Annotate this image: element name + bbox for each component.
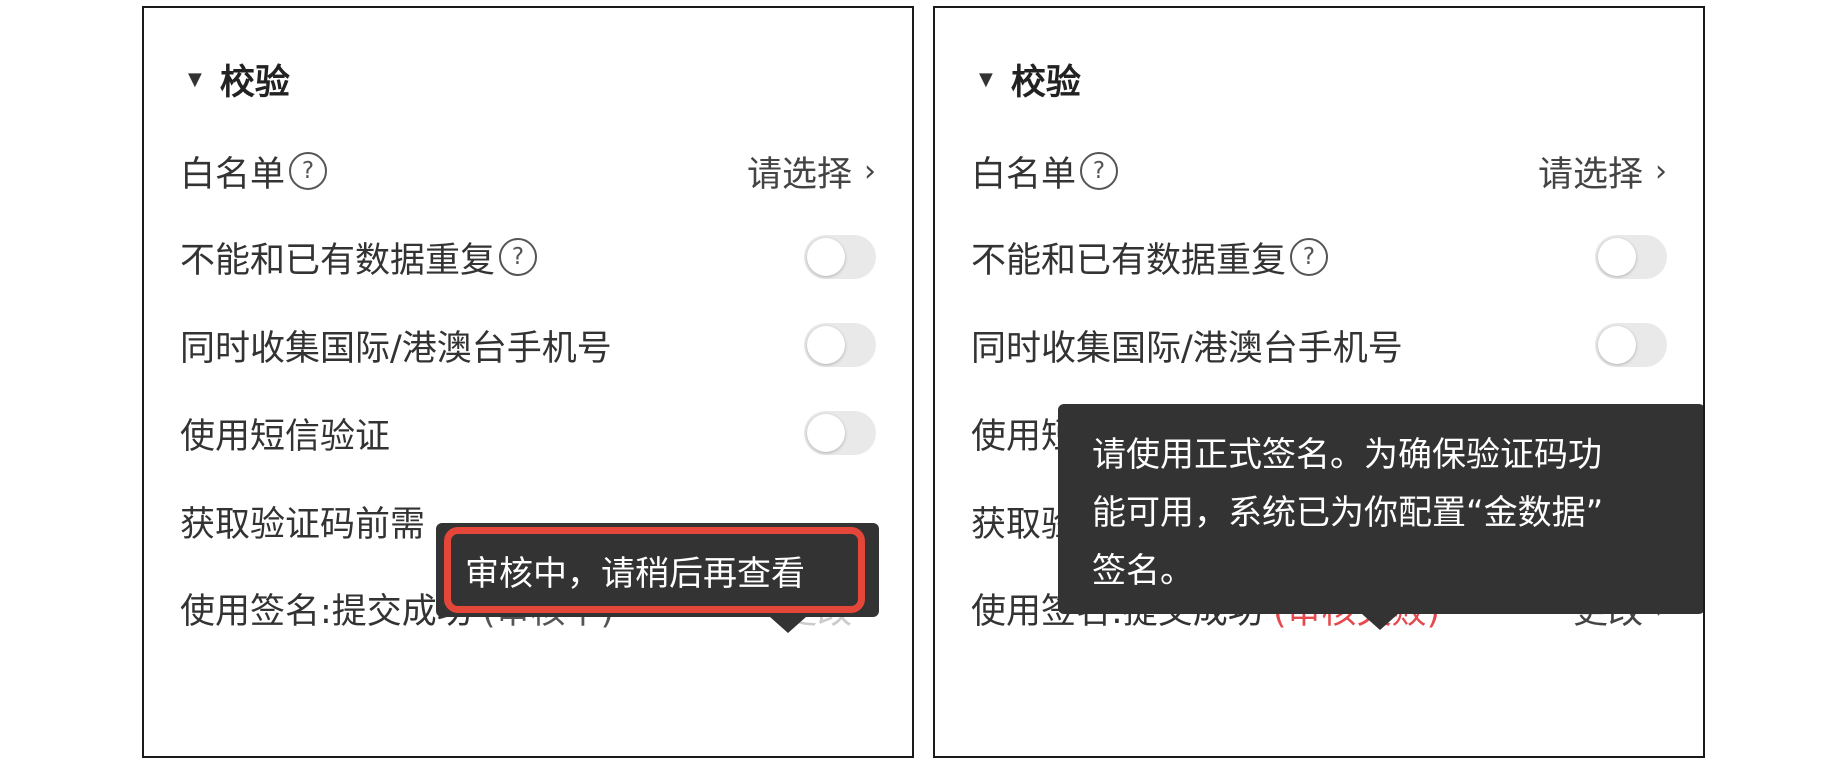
help-icon[interactable]: ? — [1080, 152, 1119, 190]
sms-verify-toggle[interactable] — [804, 411, 876, 455]
tooltip-text: 审核中，请稍后再查看 — [465, 553, 805, 594]
section-header-validation[interactable]: ▼ 校验 — [979, 54, 1081, 105]
toggle-knob — [807, 414, 845, 452]
intl-phone-row: 同时收集国际/港澳台手机号 — [971, 315, 1667, 375]
toggle-knob — [807, 326, 845, 364]
highlight-outline: 审核中，请稍后再查看 — [444, 527, 865, 613]
settings-panel-left: ▼ 校验 白名单 ? 请选择 › 不能和已有数据重复 ? 同时收集国际/港澳台手… — [142, 6, 914, 758]
chevron-right-icon[interactable]: › — [1655, 154, 1667, 189]
no-duplicate-toggle[interactable] — [1595, 235, 1667, 279]
no-duplicate-row: 不能和已有数据重复 ? — [971, 227, 1667, 287]
tooltip-text: 请使用正式签名。为确保验证码功 能可用，系统已为你配置“金数据” 签名。 — [1092, 426, 1671, 600]
no-duplicate-label: 不能和已有数据重复 — [180, 240, 496, 281]
intl-phone-row: 同时收集国际/港澳台手机号 — [180, 315, 876, 375]
intl-phone-toggle[interactable] — [1595, 323, 1667, 367]
sms-verify-label: 使用短信验证 — [180, 416, 391, 457]
help-icon[interactable]: ? — [1290, 238, 1329, 276]
tooltip-line: 能可用，系统已为你配置“金数据” — [1092, 493, 1604, 533]
caret-down-icon[interactable]: ▼ — [979, 70, 993, 89]
whitelist-select-value[interactable]: 请选择 — [747, 146, 852, 197]
whitelist-row[interactable]: 白名单 ? 请选择 › — [971, 141, 1667, 201]
intl-phone-label: 同时收集国际/港澳台手机号 — [180, 328, 612, 369]
section-title: 校验 — [219, 63, 290, 103]
no-duplicate-toggle[interactable] — [804, 235, 876, 279]
intl-phone-label: 同时收集国际/港澳台手机号 — [971, 328, 1403, 369]
no-duplicate-label: 不能和已有数据重复 — [971, 240, 1287, 281]
sms-verify-row: 使用短信验证 — [180, 403, 876, 463]
whitelist-label: 白名单 — [971, 154, 1077, 195]
no-duplicate-row: 不能和已有数据重复 ? — [180, 227, 876, 287]
captcha-label: 获取验证码前需 — [180, 504, 426, 545]
settings-panel-right: ▼ 校验 白名单 ? 请选择 › 不能和已有数据重复 ? 同时收集国际/港澳台手… — [933, 6, 1705, 758]
intl-phone-toggle[interactable] — [804, 323, 876, 367]
toggle-knob — [807, 238, 845, 276]
review-failed-tooltip: 请使用正式签名。为确保验证码功 能可用，系统已为你配置“金数据” 签名。 — [1058, 404, 1703, 630]
signature-label: 使用签名: — [180, 591, 332, 632]
whitelist-select-value[interactable]: 请选择 — [1538, 146, 1643, 197]
tooltip-arrow — [770, 617, 806, 633]
tooltip-line: 请使用正式签名。为确保验证码功 — [1092, 435, 1602, 475]
section-title: 校验 — [1010, 63, 1081, 103]
tooltip-arrow — [1362, 614, 1398, 630]
review-pending-tooltip: 审核中，请稍后再查看 — [436, 523, 879, 633]
chevron-right-icon[interactable]: › — [864, 154, 876, 189]
whitelist-label: 白名单 — [180, 154, 286, 195]
tooltip-line: 签名。 — [1092, 551, 1194, 591]
toggle-knob — [1598, 326, 1636, 364]
section-header-validation[interactable]: ▼ 校验 — [188, 54, 290, 105]
help-icon[interactable]: ? — [499, 238, 538, 276]
help-icon[interactable]: ? — [289, 152, 328, 190]
toggle-knob — [1598, 238, 1636, 276]
whitelist-row[interactable]: 白名单 ? 请选择 › — [180, 141, 876, 201]
caret-down-icon[interactable]: ▼ — [188, 70, 202, 89]
